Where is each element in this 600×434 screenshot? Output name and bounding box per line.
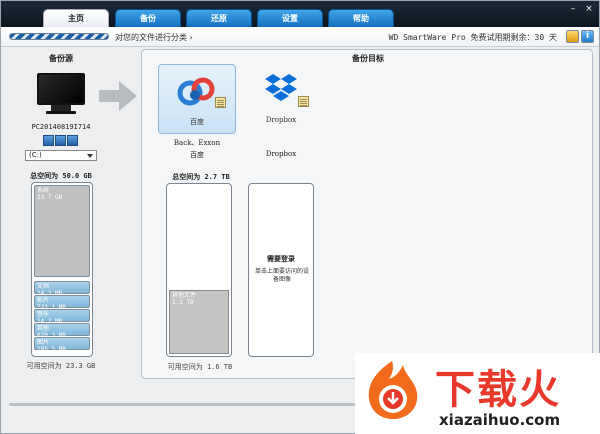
target-used-segment[interactable]: 其他文件 1.1 TB bbox=[169, 290, 229, 354]
segment-name: 音乐 bbox=[37, 311, 50, 318]
tab-restore[interactable]: 还原 bbox=[186, 9, 252, 27]
baidu-cloud-icon bbox=[177, 77, 215, 106]
dropbox-name: Dropbox bbox=[265, 150, 297, 158]
tab-backup[interactable]: 备份 bbox=[115, 9, 181, 27]
arrow-right-icon bbox=[99, 81, 137, 111]
tab-settings[interactable]: 设置 bbox=[257, 9, 323, 27]
backup-source-panel: 备份源 PC20140819I714 (C:) 总空间为 50.0 GB 系统 … bbox=[9, 51, 113, 373]
drive-select[interactable]: (C:) bbox=[25, 150, 97, 161]
segment-name: 其他 bbox=[37, 325, 50, 332]
computer-icon[interactable] bbox=[37, 73, 85, 115]
usage-segment-videos[interactable]: 影片 722.1 MB bbox=[34, 295, 90, 311]
dropbox-login-column[interactable]: 需要登录 单击上面要访问的设备图像 bbox=[248, 183, 314, 357]
source-tools bbox=[43, 135, 79, 147]
segment-size: 105.5 MB bbox=[37, 346, 66, 353]
watermark-url: xiazaihuo.com bbox=[439, 411, 561, 429]
close-button[interactable]: × bbox=[583, 4, 595, 15]
link-icon[interactable] bbox=[55, 135, 66, 146]
chevron-down-icon bbox=[87, 154, 93, 158]
baidu-caption: Back、Exxon bbox=[173, 139, 221, 147]
source-available-space: 可用空间为 23.3 GB bbox=[26, 362, 96, 370]
login-required-desc: 单击上面要访问的设备图像 bbox=[254, 268, 309, 283]
drive-icon[interactable] bbox=[43, 135, 54, 146]
trial-notice: WD SmartWare Pro 免费试用期剩余：30 天 bbox=[388, 33, 557, 42]
usage-segment-music[interactable]: 音乐 14.2 MB bbox=[34, 309, 90, 325]
watermark-title: 下载火 bbox=[435, 367, 561, 413]
backup-source-title: 备份源 bbox=[49, 54, 73, 63]
segment-name: 其他文件 bbox=[172, 292, 197, 299]
usage-segment-system[interactable]: 系统 23.7 GB bbox=[34, 185, 90, 277]
calendar-icon bbox=[215, 97, 226, 108]
progress-text: 对您的文件进行分类 › bbox=[115, 33, 193, 42]
dropbox-tile-label: Dropbox bbox=[265, 116, 297, 124]
target-usage-column: 其他文件 1.1 TB bbox=[166, 183, 232, 357]
segment-name: 文档 bbox=[37, 283, 50, 290]
target-dropbox[interactable]: Dropbox bbox=[242, 64, 320, 134]
notes-icon[interactable] bbox=[566, 30, 579, 43]
segment-size: 1.1 TB bbox=[172, 299, 194, 306]
info-icon[interactable]: i bbox=[581, 30, 594, 43]
segment-size: 23.7 GB bbox=[37, 194, 63, 201]
source-total-space: 总空间为 50.0 GB bbox=[30, 172, 92, 180]
usage-segment-other[interactable]: 其他 620.3 MB bbox=[34, 323, 90, 339]
calendar-icon bbox=[298, 96, 309, 107]
backup-target-panel: 备份目标 百度 Back、Exxon 百度 Dropbox Dropbox 总空… bbox=[141, 49, 593, 379]
target-total-space: 总空间为 2.7 TB bbox=[172, 173, 230, 181]
app-window: 主页 备份 还原 设置 帮助 – × 对您的文件进行分类 › WD SmartW… bbox=[0, 0, 600, 434]
source-usage-column: 系统 23.7 GB 文档 24.3 MB 影片 722.1 MB 音乐 14.… bbox=[31, 182, 93, 357]
usage-segment-pictures[interactable]: 图片 105.5 MB bbox=[34, 337, 90, 353]
drive-select-value: (C:) bbox=[29, 151, 42, 159]
baidu-name: 百度 bbox=[190, 151, 204, 159]
tab-home[interactable]: 主页 bbox=[43, 9, 109, 27]
minimize-button[interactable]: – bbox=[567, 4, 579, 15]
login-required-title: 需要登录 bbox=[267, 255, 295, 263]
target-baidu[interactable]: 百度 bbox=[158, 64, 236, 134]
dropbox-icon bbox=[265, 74, 297, 101]
top-bar: 主页 备份 还原 设置 帮助 – × bbox=[1, 1, 599, 27]
computer-name: PC20140819I714 bbox=[31, 123, 91, 131]
usage-segment-documents[interactable]: 文档 24.3 MB bbox=[34, 281, 90, 297]
watermark: 下载火 xiazaihuo.com bbox=[355, 353, 600, 434]
segment-name: 系统 bbox=[37, 187, 50, 194]
categorize-progress-bar bbox=[9, 33, 109, 40]
xiazaihuo-logo-icon bbox=[368, 361, 418, 420]
target-available-space: 可用空间为 1.6 TB bbox=[167, 363, 233, 371]
segment-name: 图片 bbox=[37, 339, 50, 346]
gear-icon[interactable] bbox=[67, 135, 78, 146]
baidu-tile-label: 百度 bbox=[190, 118, 204, 126]
tab-help[interactable]: 帮助 bbox=[328, 9, 394, 27]
backup-target-title: 备份目标 bbox=[352, 54, 384, 63]
progress-row: 对您的文件进行分类 › WD SmartWare Pro 免费试用期剩余：30 … bbox=[1, 27, 599, 47]
status-bar bbox=[9, 403, 359, 406]
segment-name: 影片 bbox=[37, 297, 50, 304]
